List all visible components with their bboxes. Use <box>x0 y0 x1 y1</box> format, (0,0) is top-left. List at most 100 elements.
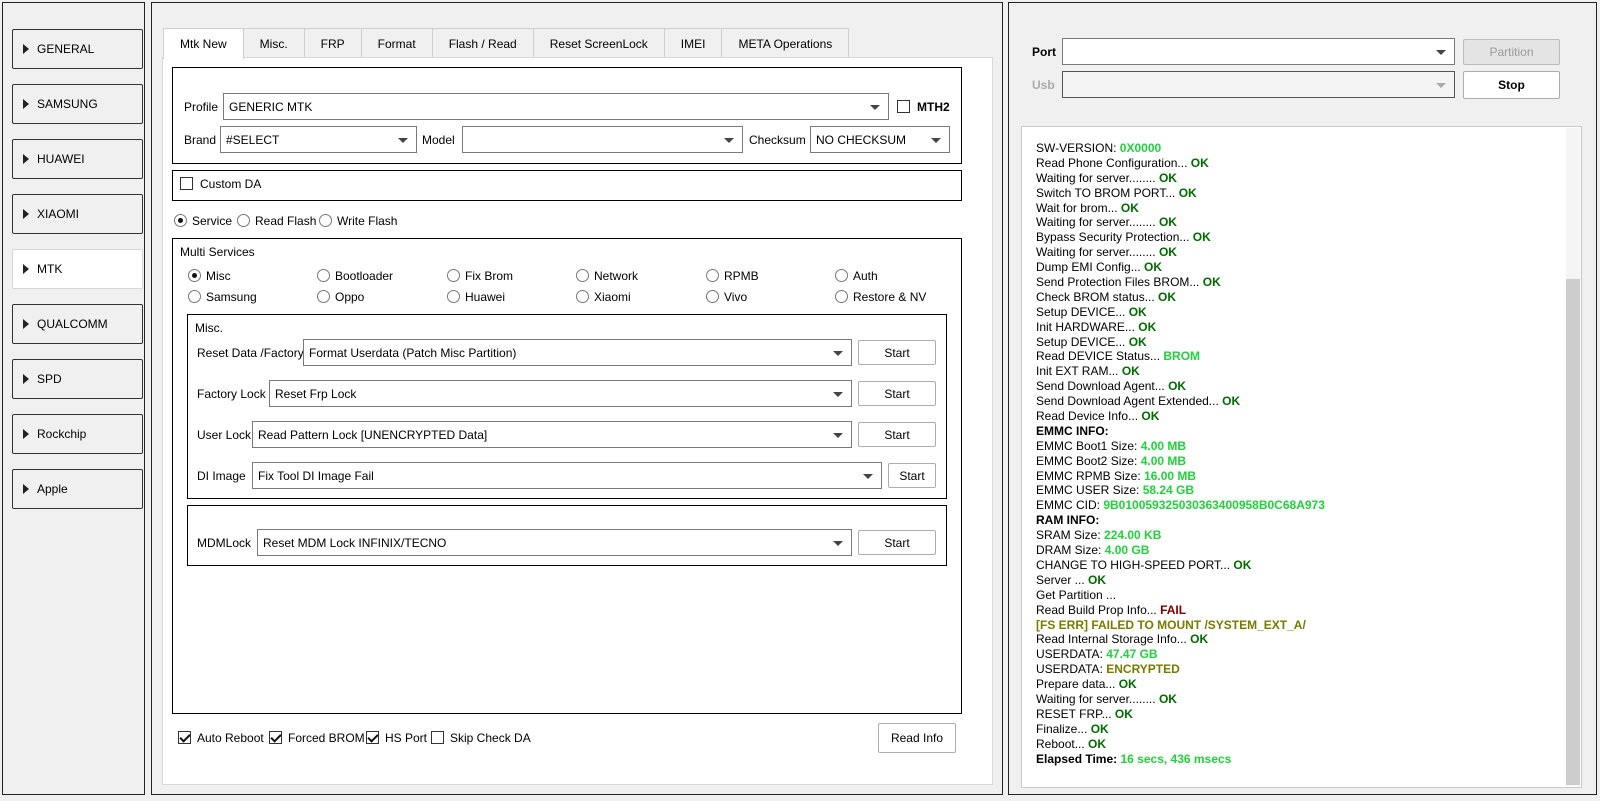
chevron-down-icon <box>1436 83 1446 88</box>
log-value: OK <box>1128 304 1147 319</box>
sidebar-item-general[interactable]: GENERAL <box>12 29 143 69</box>
service-radio-restore-nv[interactable] <box>835 290 848 303</box>
log-value: 4.00 GB <box>1104 543 1150 558</box>
brand-select[interactable]: #SELECT <box>220 126 417 153</box>
port-select[interactable] <box>1062 38 1455 65</box>
usb-select[interactable] <box>1062 71 1455 98</box>
custom-da-checkbox[interactable] <box>180 177 193 190</box>
mth2-checkbox[interactable] <box>897 100 910 113</box>
sidebar-item-label: Apple <box>37 482 68 496</box>
factory-lock-select[interactable]: Reset Frp Lock <box>269 380 852 407</box>
tab-flash-read[interactable]: Flash / Read <box>431 28 534 58</box>
mode-radio-label: Read Flash <box>255 214 317 228</box>
log-text: Read Build Prop Info... <box>1036 602 1161 617</box>
log-value: FAIL <box>1160 602 1187 617</box>
tab-frp[interactable]: FRP <box>303 28 362 58</box>
checksum-select[interactable]: NO CHECKSUM <box>810 126 950 153</box>
reset-data-factory-select[interactable]: Format Userdata (Patch Misc Partition) <box>303 339 852 366</box>
di-image-select[interactable]: Fix Tool DI Image Fail <box>252 462 882 489</box>
tab-reset-screenlock[interactable]: Reset ScreenLock <box>532 28 665 58</box>
log-text: Send Download Agent Extended... <box>1036 394 1223 409</box>
log-line: EMMC CID: 9B01005932503036340095​8B0C68A… <box>1036 498 1556 513</box>
service-radio-label: Huawei <box>465 290 506 304</box>
log-value: OK <box>1138 319 1157 334</box>
mdm-start-button[interactable]: Start <box>858 530 936 555</box>
log-text: Finalize... <box>1036 721 1091 736</box>
service-radio-huawei[interactable] <box>447 290 460 303</box>
sidebar-item-label: GENERAL <box>37 42 95 56</box>
forced-brom-checkbox[interactable] <box>269 731 282 744</box>
log-text: Waiting for server........ <box>1036 691 1159 706</box>
log-text: Switch TO BROM PORT... <box>1036 185 1179 200</box>
log-line: Server ... OK <box>1036 573 1556 588</box>
sidebar-item-spd[interactable]: SPD <box>12 359 143 399</box>
service-radio-auth[interactable] <box>835 269 848 282</box>
service-radio-samsung[interactable] <box>188 290 201 303</box>
service-radio-xiaomi[interactable] <box>576 290 589 303</box>
log-output[interactable]: SW-VERSION: 0X0000 Read Phone Configurati… <box>1021 126 1582 788</box>
sidebar-item-mtk[interactable]: MTK <box>12 249 143 289</box>
sidebar-item-huawei[interactable]: HUAWEI <box>12 139 143 179</box>
misc-title: Misc. <box>195 321 223 335</box>
reset-data-factory-start-button[interactable]: Start <box>858 340 936 365</box>
log-value: OK <box>1222 394 1241 409</box>
log-value: 16 secs, 436 msecs <box>1120 751 1232 766</box>
auto-reboot-checkbox[interactable] <box>178 731 191 744</box>
log-line: Init HARDWARE... OK <box>1036 320 1556 335</box>
log-text: USERDATA: <box>1036 647 1107 662</box>
log-line: Dump EMI Config... OK <box>1036 260 1556 275</box>
log-line: Bypass Security Protection... OK <box>1036 230 1556 245</box>
sidebar-item-xiaomi[interactable]: XIAOMI <box>12 194 143 234</box>
log-line: Read Internal Storage Info... OK <box>1036 632 1556 647</box>
service-radio-bootloader[interactable] <box>317 269 330 282</box>
profile-select[interactable]: GENERIC MTK <box>223 93 889 120</box>
log-text: Setup DEVICE... <box>1036 304 1129 319</box>
scrollbar-thumb[interactable] <box>1566 279 1580 785</box>
log-text: EMMC USER Size: <box>1036 483 1143 498</box>
caret-right-icon <box>23 429 29 439</box>
mode-radio-read-flash[interactable] <box>237 214 250 227</box>
service-radio-rpmb[interactable] <box>706 269 719 282</box>
service-radio-misc[interactable] <box>188 269 201 282</box>
log-line: EMMC Boot1 Size: 4.00 MB <box>1036 439 1556 454</box>
log-value: EMMC INFO: <box>1036 423 1109 438</box>
log-text: Read Internal Storage Info... <box>1036 632 1191 647</box>
profile-label: Profile <box>184 100 219 114</box>
service-radio-network[interactable] <box>576 269 589 282</box>
log-text: Bypass Security Protection... <box>1036 230 1193 245</box>
model-select[interactable] <box>462 126 743 153</box>
factory-lock-start-button[interactable]: Start <box>858 381 936 406</box>
mdm-select[interactable]: Reset MDM Lock INFINIX/TECNO <box>257 529 852 556</box>
forced-brom-label: Forced BROM <box>288 731 365 745</box>
log-value: OK <box>1168 379 1187 394</box>
tab-mtk-new[interactable]: Mtk New <box>163 28 244 59</box>
mode-radio-write-flash[interactable] <box>319 214 332 227</box>
factory-lock-label: Factory Lock <box>197 387 266 401</box>
tab-imei[interactable]: IMEI <box>663 28 723 58</box>
sidebar-item-label: QUALCOMM <box>37 317 108 331</box>
service-radio-fix-brom[interactable] <box>447 269 460 282</box>
user-lock-select[interactable]: Read Pattern Lock [UNENCRYPTED Data] <box>252 421 852 448</box>
tab-meta-operations[interactable]: META Operations <box>721 28 850 58</box>
service-radio-oppo[interactable] <box>317 290 330 303</box>
skip-check-da-checkbox[interactable] <box>431 731 444 744</box>
caret-right-icon <box>23 374 29 384</box>
log-line: Waiting for server........ OK <box>1036 215 1556 230</box>
sidebar-item-samsung[interactable]: SAMSUNG <box>12 84 143 124</box>
di-image-start-button[interactable]: Start <box>888 463 936 488</box>
log-line: EMMC Boot2 Size: 4.00 MB <box>1036 454 1556 469</box>
sidebar-item-qualcomm[interactable]: QUALCOMM <box>12 304 143 344</box>
partition-button[interactable]: Partition <box>1463 39 1560 65</box>
hs-port-checkbox[interactable] <box>366 731 379 744</box>
tab-misc-[interactable]: Misc. <box>242 28 305 58</box>
tab-format[interactable]: Format <box>360 28 433 58</box>
sidebar-item-apple[interactable]: Apple <box>12 469 143 509</box>
mode-radio-service[interactable] <box>174 214 187 227</box>
stop-button[interactable]: Stop <box>1463 71 1560 99</box>
user-lock-start-button[interactable]: Start <box>858 422 936 447</box>
read-info-button[interactable]: Read Info <box>878 723 956 753</box>
log-value: OK <box>1158 245 1177 260</box>
sidebar-item-rockchip[interactable]: Rockchip <box>12 414 143 454</box>
service-radio-vivo[interactable] <box>706 290 719 303</box>
port-label: Port <box>1032 45 1056 59</box>
